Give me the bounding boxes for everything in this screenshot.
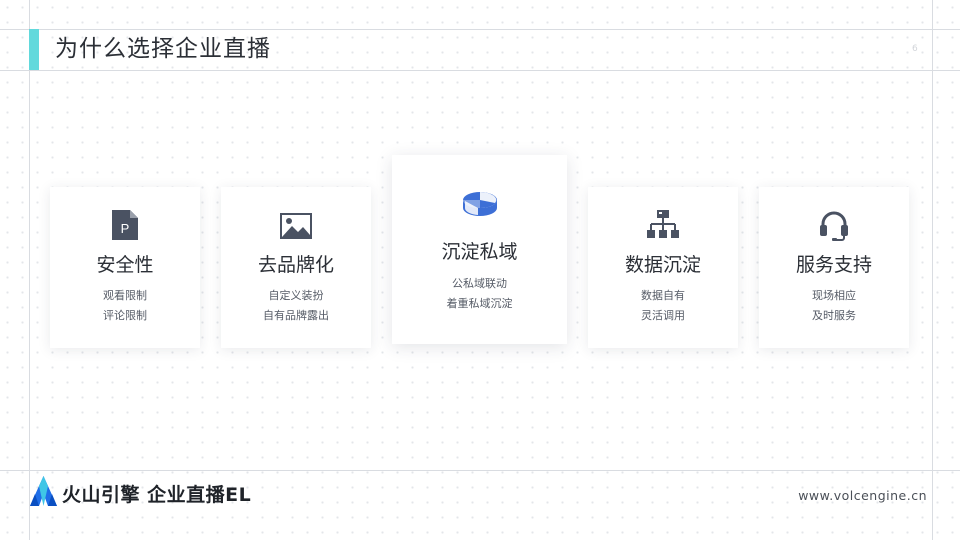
feature-card-service: 服务支持 现场相应 及时服务	[759, 187, 909, 348]
feature-desc-line: 及时服务	[812, 309, 856, 322]
feature-title: 去品牌化	[257, 254, 334, 276]
page-number: 6	[912, 44, 918, 54]
feature-desc-line: 评论限制	[103, 309, 147, 322]
brand-name: 火山引擎 企业直播EL	[62, 484, 252, 506]
headset-icon	[820, 211, 848, 241]
website-url: www.volcengine.cn	[798, 488, 927, 503]
guide-line	[0, 29, 960, 30]
feature-desc-line: 现场相应	[812, 289, 856, 302]
feature-desc-line: 着重私域沉淀	[446, 297, 513, 310]
title-accent-bar	[29, 29, 39, 70]
svg-text:P: P	[121, 221, 130, 236]
pie-chart-icon	[462, 192, 497, 216]
feature-card-debranding: 去品牌化 自定义装扮 自有品牌露出	[221, 187, 371, 348]
guide-line	[0, 70, 960, 71]
feature-title: 服务支持	[795, 254, 872, 276]
feature-title: 安全性	[96, 254, 154, 276]
page-title: 为什么选择企业直播	[55, 36, 271, 62]
image-icon	[280, 213, 312, 239]
hierarchy-icon	[647, 210, 679, 238]
feature-title: 数据沉淀	[624, 254, 701, 276]
volcengine-logo-icon	[30, 476, 57, 506]
guide-line	[932, 0, 933, 540]
feature-desc-line: 公私域联动	[452, 277, 507, 290]
feature-desc-line: 自有品牌露出	[263, 309, 329, 322]
feature-card-private-domain: 沉淀私域 公私域联动 着重私域沉淀	[392, 155, 567, 344]
feature-desc-line: 观看限制	[103, 289, 147, 302]
feature-card-data: 数据沉淀 数据自有 灵活调用	[588, 187, 738, 348]
feature-desc-line: 数据自有	[641, 289, 685, 302]
document-p-icon: P	[112, 210, 138, 240]
feature-desc-line: 自定义装扮	[268, 289, 324, 302]
guide-line	[0, 470, 960, 471]
feature-desc-line: 灵活调用	[641, 309, 685, 322]
feature-card-security: P 安全性 观看限制 评论限制	[50, 187, 200, 348]
guide-line	[29, 0, 30, 540]
feature-title: 沉淀私域	[441, 241, 518, 263]
